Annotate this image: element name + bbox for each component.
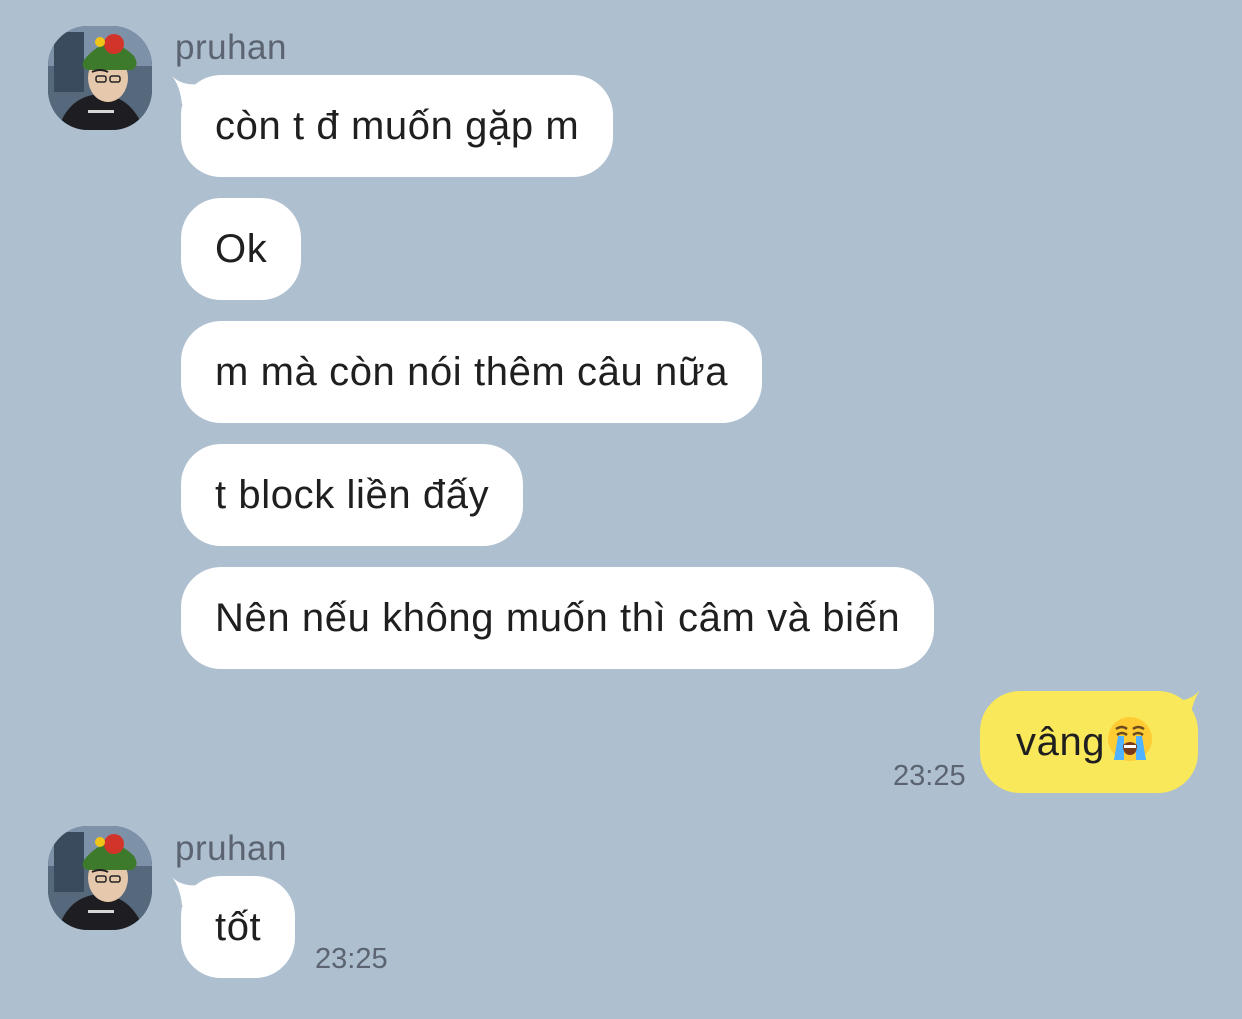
message-text: vâng xyxy=(1016,720,1106,764)
sender-name: pruhan xyxy=(175,28,287,67)
avatar-photo xyxy=(48,826,152,930)
message-bubble[interactable]: m mà còn nói thêm câu nữa xyxy=(181,321,763,423)
loudly-crying-face-icon xyxy=(1108,717,1153,761)
message-bubble[interactable]: còn t đ muốn gặp m xyxy=(181,75,614,177)
message-bubble[interactable]: tốt xyxy=(181,876,296,978)
message-bubble[interactable]: t block liền đấy xyxy=(181,444,524,546)
outgoing-message-bubble[interactable]: vâng xyxy=(980,691,1198,793)
avatar[interactable] xyxy=(48,26,152,130)
message-time: 23:25 xyxy=(315,943,388,975)
avatar-photo xyxy=(48,26,152,130)
message-time: 23:25 xyxy=(893,760,966,792)
message-bubble[interactable]: Nên nếu không muốn thì câm và biến xyxy=(181,567,935,669)
avatar[interactable] xyxy=(48,826,152,930)
message-bubble[interactable]: Ok xyxy=(181,198,302,300)
sender-name: pruhan xyxy=(175,829,287,868)
chat-view: pruhan còn t đ muốn gặp m Ok m mà còn nó… xyxy=(0,0,1242,1019)
